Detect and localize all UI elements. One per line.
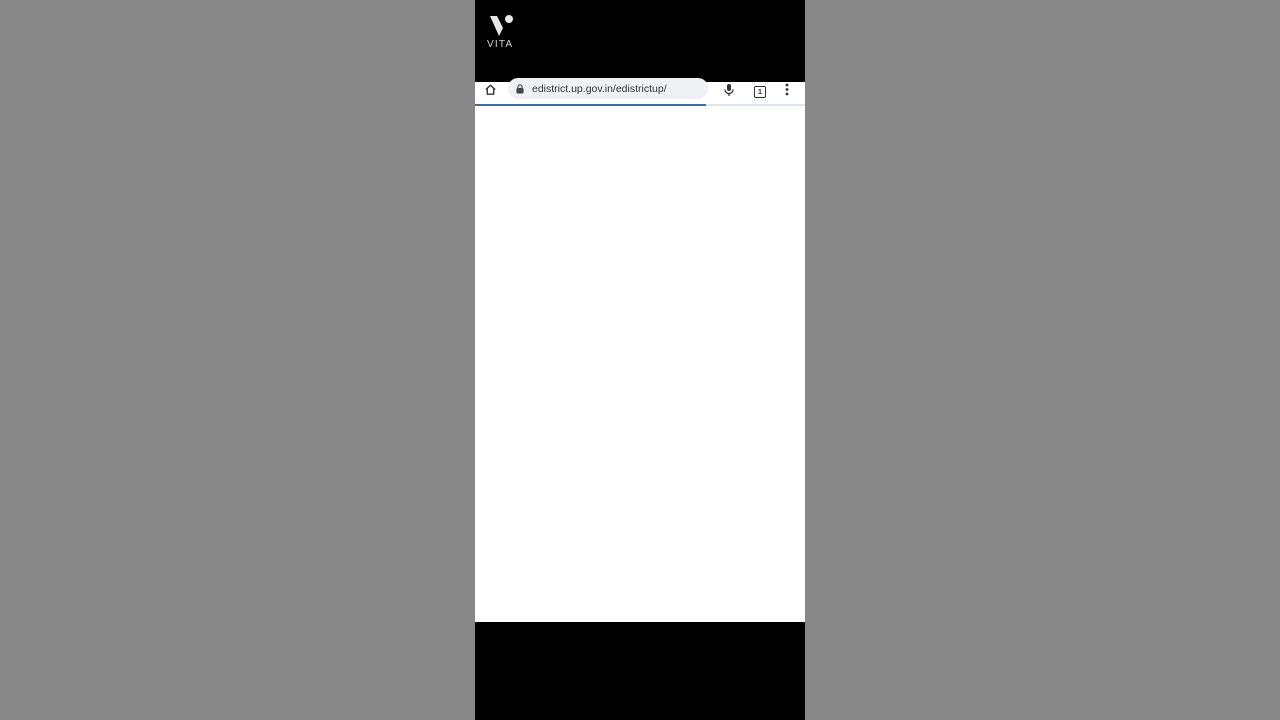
address-bar[interactable]: edistrict.up.gov.in/edistrictup/ bbox=[508, 78, 708, 99]
home-button[interactable] bbox=[482, 82, 498, 102]
vita-watermark-text: VITA bbox=[487, 39, 514, 50]
phone-screen: VITA edistrict.up.gov.in/edistrictup/ 1 bbox=[475, 0, 805, 720]
tab-switcher-button[interactable]: 1 bbox=[752, 82, 768, 102]
browser-toolbar: edistrict.up.gov.in/edistrictup/ 1 bbox=[475, 78, 805, 104]
tab-count: 1 bbox=[754, 86, 766, 98]
home-icon bbox=[484, 83, 497, 101]
browser-window: edistrict.up.gov.in/edistrictup/ 1 bbox=[475, 78, 805, 622]
voice-search-button[interactable] bbox=[721, 82, 737, 102]
lock-icon bbox=[516, 83, 526, 94]
more-vert-icon bbox=[785, 83, 789, 101]
video-frame: VITA edistrict.up.gov.in/edistrictup/ 1 bbox=[0, 0, 1280, 720]
browser-menu-button[interactable] bbox=[780, 82, 794, 102]
microphone-icon bbox=[723, 83, 735, 102]
page-content bbox=[475, 106, 805, 622]
url-text: edistrict.up.gov.in/edistrictup/ bbox=[532, 82, 667, 95]
